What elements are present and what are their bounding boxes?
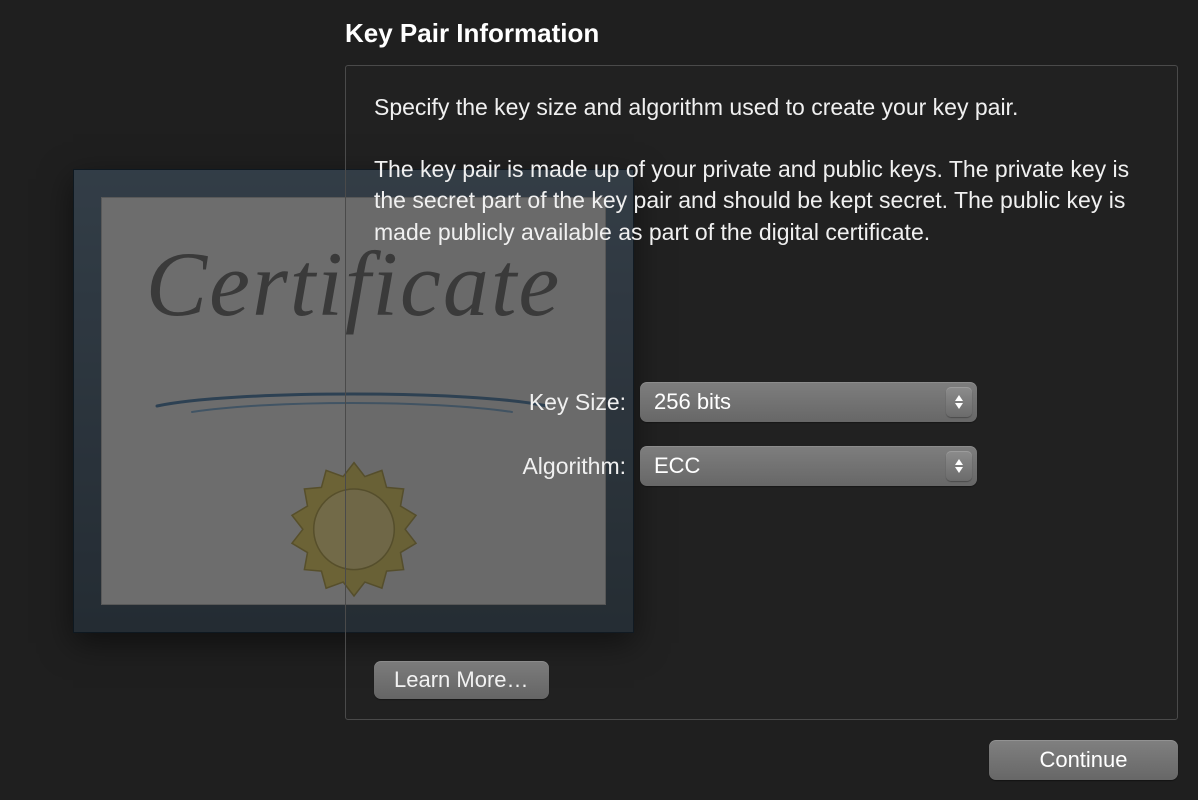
key-size-value: 256 bits [654, 389, 731, 415]
key-size-label: Key Size: [346, 389, 640, 416]
algorithm-label: Algorithm: [346, 453, 640, 480]
info-panel: Specify the key size and algorithm used … [345, 65, 1178, 720]
form-area: Key Size: 256 bits Algorithm: ECC [346, 382, 1177, 510]
learn-more-label: Learn More… [394, 667, 529, 693]
page-title: Key Pair Information [345, 18, 599, 49]
algorithm-select[interactable]: ECC [640, 446, 977, 486]
select-stepper-icon [946, 451, 972, 481]
continue-button[interactable]: Continue [989, 740, 1178, 780]
key-size-select[interactable]: 256 bits [640, 382, 977, 422]
learn-more-button[interactable]: Learn More… [374, 661, 549, 699]
algorithm-value: ECC [654, 453, 700, 479]
description-line-1: Specify the key size and algorithm used … [374, 92, 1149, 124]
description-line-2: The key pair is made up of your private … [374, 154, 1149, 249]
algorithm-row: Algorithm: ECC [346, 446, 1177, 486]
continue-label: Continue [1039, 747, 1127, 773]
select-stepper-icon [946, 387, 972, 417]
key-size-row: Key Size: 256 bits [346, 382, 1177, 422]
